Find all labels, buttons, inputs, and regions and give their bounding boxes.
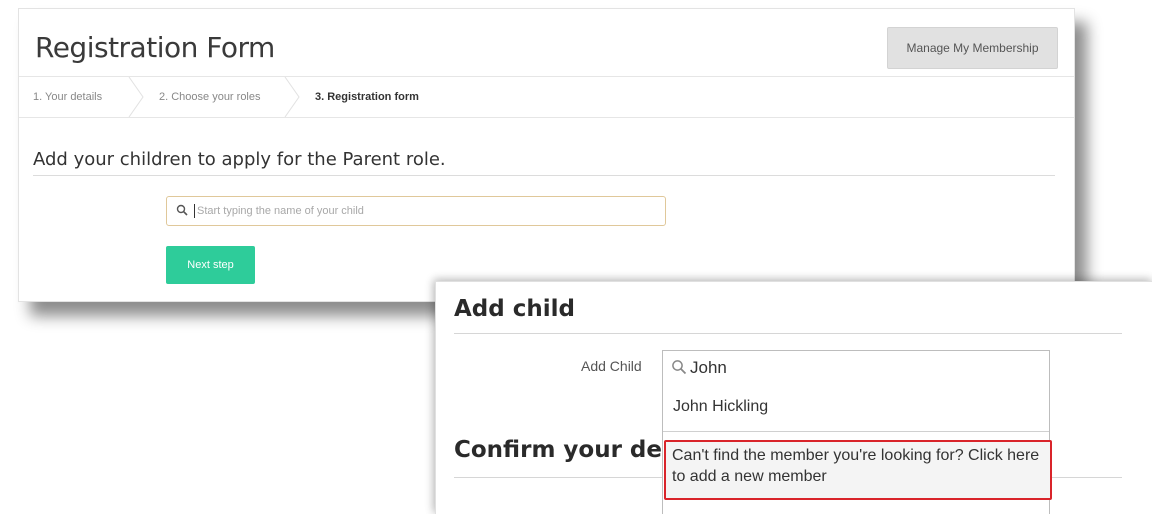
chevron-right-icon [284, 77, 300, 117]
step-your-details[interactable]: 1. Your details [33, 77, 102, 117]
add-child-label: Add Child [581, 358, 642, 374]
registration-card: Registration Form Manage My Membership 1… [18, 8, 1075, 302]
add-new-member-option[interactable]: Can't find the member you're looking for… [664, 440, 1052, 500]
search-icon [176, 204, 188, 216]
manage-membership-button[interactable]: Manage My Membership [887, 27, 1058, 69]
child-search-field[interactable] [166, 196, 666, 226]
search-icon [672, 360, 687, 375]
chevron-right-icon [128, 77, 144, 117]
step-registration-form[interactable]: 3. Registration form [315, 77, 419, 117]
dropdown-option[interactable]: John Hickling [663, 384, 1049, 432]
add-child-input[interactable]: John [662, 350, 1050, 385]
add-child-input-value: John [690, 358, 727, 377]
page-title: Registration Form [35, 31, 275, 64]
add-child-heading: Add child [454, 296, 575, 322]
section-heading: Add your children to apply for the Paren… [33, 149, 446, 170]
divider [454, 333, 1122, 334]
divider [33, 175, 1055, 176]
add-child-card: Add child Add Child John Confirm your de… [435, 281, 1152, 514]
dropdown-option-label: John Hickling [673, 398, 769, 415]
step-breadcrumb: 1. Your details 2. Choose your roles 3. … [19, 76, 1074, 118]
child-search-input[interactable] [197, 201, 647, 221]
next-step-button[interactable]: Next step [166, 246, 255, 284]
text-caret [194, 204, 195, 218]
step-choose-roles[interactable]: 2. Choose your roles [159, 77, 261, 117]
confirm-details-heading: Confirm your det [454, 437, 662, 463]
